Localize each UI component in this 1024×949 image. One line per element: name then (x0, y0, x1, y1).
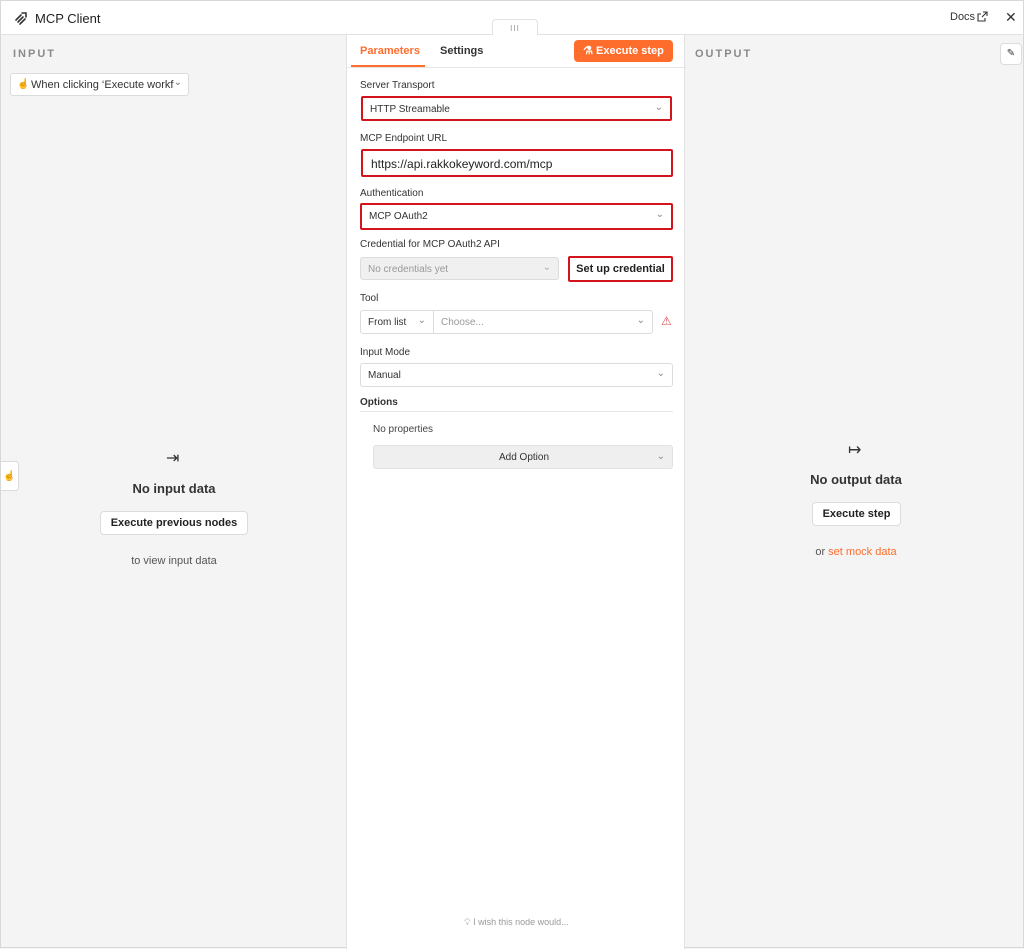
window-title: MCP Client (35, 11, 101, 26)
external-link-icon[interactable] (977, 11, 988, 22)
tool-mode-value: From list (368, 317, 407, 328)
trigger-select-value: When clicking ‘Execute workflow’ (31, 79, 174, 91)
side-collapse-tab[interactable]: ☝ (1, 461, 19, 491)
input-panel-label: INPUT (13, 48, 56, 60)
chevron-down-icon: ⌄ (656, 368, 665, 379)
parameters-panel: Parameters Settings ⚗ Execute step Serve… (346, 35, 686, 949)
no-properties-text: No properties (373, 424, 434, 435)
arrow-to-right-icon: ⇥ (166, 450, 180, 467)
close-icon[interactable]: ✕ (1005, 10, 1017, 24)
active-tab-indicator (351, 65, 425, 67)
node-details-window: MCP Client Docs ✕ III INPUT ☝ When click… (0, 0, 1024, 949)
chevron-down-icon: ⌄ (654, 102, 663, 113)
or-text: or (815, 546, 826, 558)
execute-step-button[interactable]: ⚗ Execute step (574, 40, 673, 62)
feedback-link[interactable]: 💡︎ I wish this node would... (347, 917, 686, 928)
tool-mode-select[interactable]: From list ⌄ (360, 310, 434, 334)
chevron-down-icon: ⌄ (173, 77, 182, 88)
chevron-down-icon: ⌄ (542, 262, 551, 273)
server-transport-label: Server Transport (360, 80, 435, 91)
parameters-tabs: Parameters Settings ⚗ Execute step (347, 35, 686, 68)
no-input-title: No input data (132, 481, 216, 496)
input-mode-value: Manual (368, 370, 401, 381)
set-up-credential-button[interactable]: Set up credential (568, 256, 673, 282)
output-panel-label: OUTPUT (695, 48, 753, 60)
output-execute-step-button[interactable]: Execute step (812, 502, 901, 526)
credential-select[interactable]: No credentials yet ⌄ (360, 257, 559, 280)
add-option-label: Add Option (498, 452, 550, 463)
trigger-icon: ☝ (17, 79, 30, 90)
endpoint-url-input[interactable]: https://api.rakkokeyword.com/mcp (361, 149, 673, 177)
chevron-down-icon: ⌄ (417, 315, 426, 326)
flask-icon: ⚗ (583, 45, 593, 57)
input-mode-select[interactable]: Manual ⌄ (360, 363, 673, 387)
authentication-select[interactable]: MCP OAuth2 ⌄ (360, 203, 673, 230)
server-transport-value: HTTP Streamable (370, 104, 450, 115)
arrow-right-icon: ↦ (848, 442, 862, 459)
endpoint-url-label: MCP Endpoint URL (360, 133, 448, 144)
execute-previous-nodes-button[interactable]: Execute previous nodes (100, 511, 248, 535)
input-trigger-select[interactable]: ☝ When clicking ‘Execute workflow’ ⌄ (10, 73, 189, 96)
n8n-logo-icon (15, 12, 27, 25)
lightbulb-icon: 💡︎ (464, 917, 471, 927)
options-divider (360, 411, 673, 412)
cursor-icon: ☝ (3, 471, 16, 482)
input-hint: to view input data (131, 555, 217, 567)
execute-step-label: Execute step (596, 45, 664, 57)
set-mock-data-link[interactable]: set mock data (828, 546, 896, 558)
tool-placeholder: Choose... (441, 317, 484, 328)
feedback-text: I wish this node would... (473, 917, 569, 927)
warning-icon: ⚠ (661, 314, 672, 328)
input-mode-label: Input Mode (360, 347, 411, 358)
no-output-title: No output data (810, 472, 902, 487)
tab-settings[interactable]: Settings (440, 45, 483, 57)
credential-label: Credential for MCP OAuth2 API (360, 239, 500, 250)
server-transport-select[interactable]: HTTP Streamable ⌄ (361, 96, 672, 121)
credential-placeholder: No credentials yet (368, 264, 449, 275)
tool-label: Tool (360, 293, 379, 304)
docs-link[interactable]: Docs (950, 11, 975, 23)
chevron-down-icon: ⌄ (656, 451, 665, 462)
edit-output-button[interactable]: ✎ (1000, 43, 1022, 65)
chevron-down-icon: ⌄ (636, 315, 645, 326)
chevron-down-icon: ⌄ (655, 209, 664, 220)
options-title: Options (360, 397, 398, 408)
pencil-icon: ✎ (1006, 48, 1016, 59)
tab-parameters[interactable]: Parameters (360, 45, 420, 57)
add-option-button[interactable]: Add Option ⌄ (373, 445, 673, 469)
authentication-value: MCP OAuth2 (369, 211, 428, 222)
tool-select[interactable]: Choose... ⌄ (434, 310, 653, 334)
endpoint-url-value: https://api.rakkokeyword.com/mcp (371, 157, 553, 171)
mock-data-hint: or set mock data (781, 546, 931, 558)
authentication-label: Authentication (360, 188, 424, 199)
